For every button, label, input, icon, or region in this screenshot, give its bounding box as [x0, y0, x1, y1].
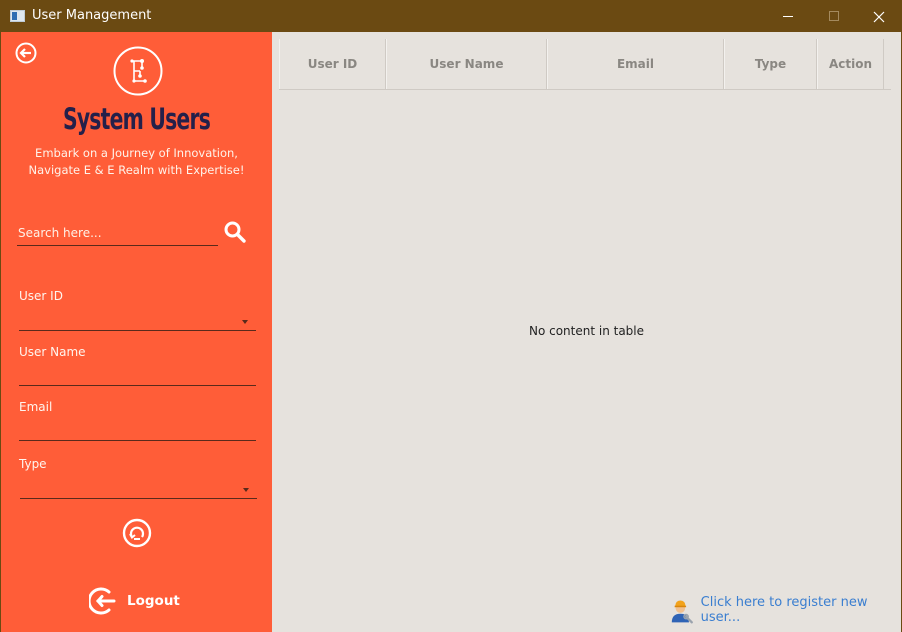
- worker-icon: [671, 600, 693, 624]
- type-label: Type: [19, 457, 47, 471]
- user-name-label: User Name: [19, 345, 86, 359]
- minimize-button[interactable]: [765, 1, 811, 32]
- tagline-line-1: Embark on a Journey of Innovation,: [35, 146, 238, 160]
- app-window: User Management System Users Embark on a…: [0, 0, 902, 632]
- register-link-text: Click here to register new user...: [700, 595, 868, 625]
- search-input[interactable]: [17, 220, 218, 246]
- column-header-action[interactable]: Action: [817, 39, 884, 89]
- sidebar: System Users Embark on a Journey of Inno…: [1, 32, 272, 632]
- maximize-icon: [828, 11, 839, 21]
- close-icon: [873, 11, 885, 22]
- logout-icon: [89, 587, 116, 615]
- chevron-down-icon: [243, 488, 249, 492]
- logo-icon: [113, 46, 163, 96]
- tagline-line-2: Navigate E & E Realm with Expertise!: [28, 163, 245, 177]
- column-header-user-id[interactable]: User ID: [279, 39, 386, 89]
- maximize-button[interactable]: [811, 1, 857, 32]
- column-header-user-name[interactable]: User Name: [386, 39, 547, 89]
- user-name-field[interactable]: [19, 366, 256, 386]
- register-user-link[interactable]: Click here to register new user...: [668, 595, 901, 625]
- logout-button[interactable]: Logout: [89, 586, 180, 616]
- email-field[interactable]: [19, 421, 256, 441]
- app-icon: [10, 10, 25, 22]
- user-id-combo[interactable]: [19, 311, 256, 331]
- users-table: User ID User Name Email Type Action No c…: [272, 32, 901, 632]
- table-header: User ID User Name Email Type Action: [279, 39, 891, 90]
- window-title: User Management: [32, 8, 152, 23]
- title-bar[interactable]: User Management: [1, 1, 901, 32]
- search-icon[interactable]: [223, 220, 247, 244]
- close-button[interactable]: [856, 1, 902, 32]
- empty-table-message: No content in table: [528, 324, 645, 338]
- user-id-label: User ID: [19, 289, 63, 303]
- chevron-down-icon: [242, 320, 248, 324]
- sidebar-heading: System Users: [62, 102, 211, 136]
- column-header-type[interactable]: Type: [724, 39, 817, 89]
- tagline: Embark on a Journey of Innovation, Navig…: [1, 145, 272, 179]
- column-header-email[interactable]: Email: [547, 39, 724, 89]
- reset-icon[interactable]: [122, 518, 152, 548]
- email-label: Email: [19, 400, 53, 414]
- logout-label: Logout: [127, 593, 180, 609]
- back-arrow-icon[interactable]: [15, 42, 37, 64]
- type-combo[interactable]: [20, 479, 257, 499]
- minimize-icon: [782, 16, 793, 17]
